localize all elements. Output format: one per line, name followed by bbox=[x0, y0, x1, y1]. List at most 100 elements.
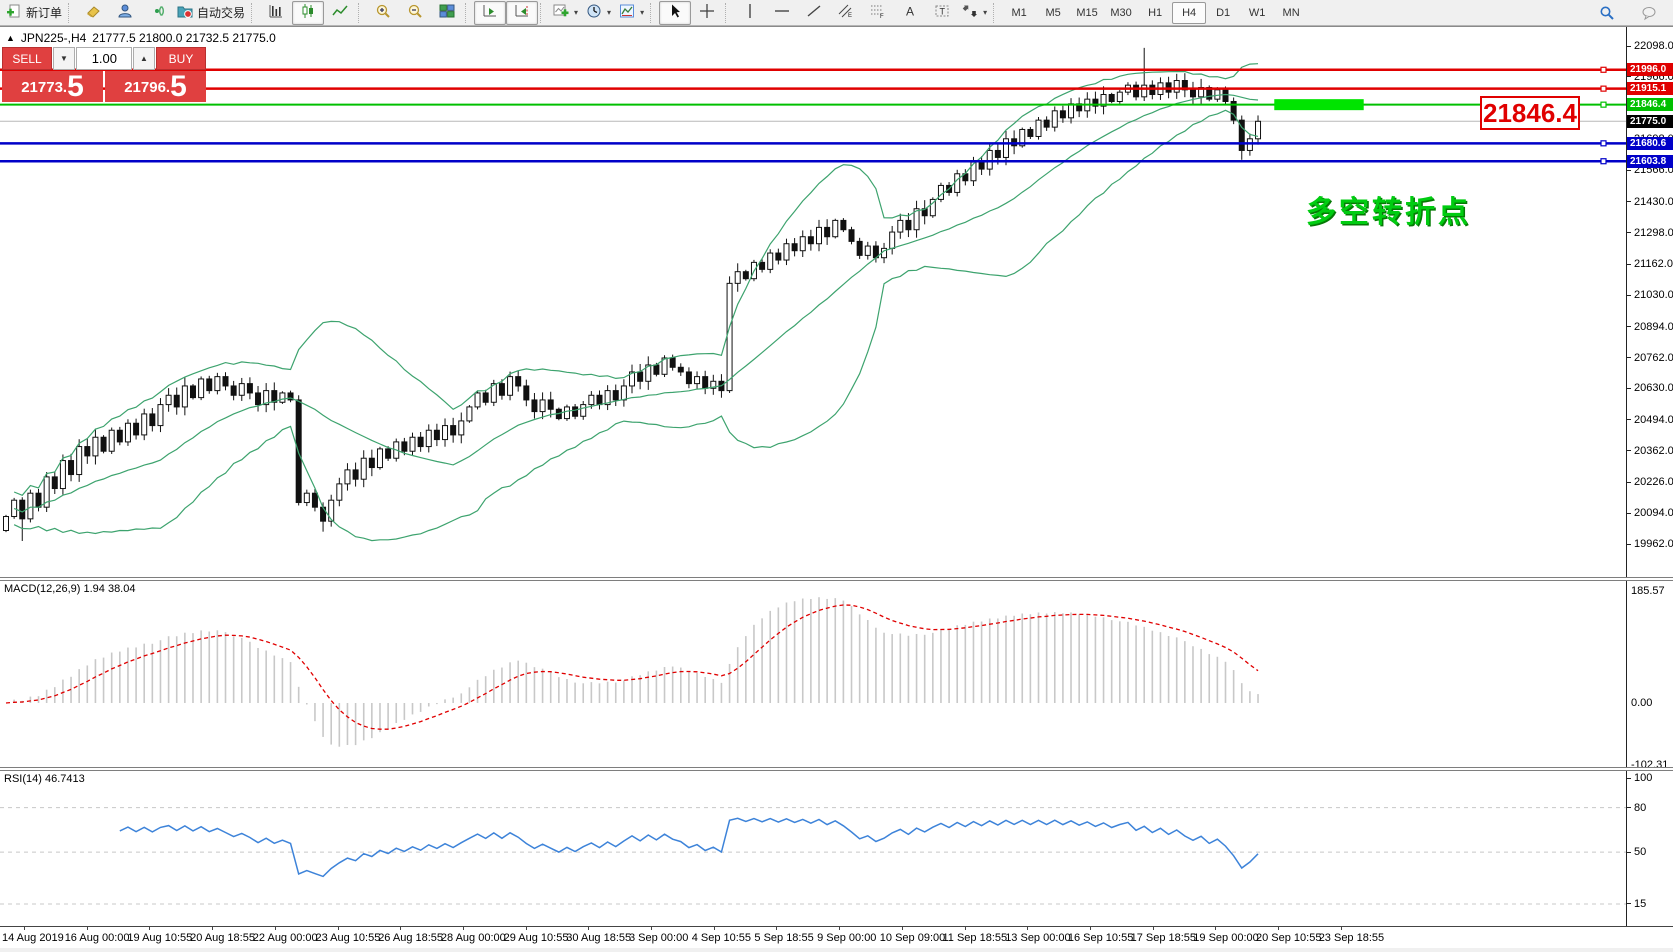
sell-price-display[interactable]: 21773.5 bbox=[2, 71, 103, 102]
timeframe-m15-button[interactable]: M15 bbox=[1070, 2, 1104, 24]
collapse-panel-icon[interactable]: ▲ bbox=[6, 33, 15, 43]
turning-point-annotation[interactable]: 多空转折点 bbox=[1306, 187, 1471, 231]
new-order-button-label: 新订单 bbox=[26, 4, 62, 21]
cursor-button[interactable] bbox=[659, 1, 691, 25]
timeframe-m30-button[interactable]: M30 bbox=[1104, 2, 1138, 24]
buy-price-display[interactable]: 21796.5 bbox=[105, 71, 206, 102]
price-tick-mark bbox=[1627, 326, 1631, 327]
search-button[interactable] bbox=[1591, 1, 1623, 25]
dropdown-caret-icon[interactable]: ▾ bbox=[574, 8, 578, 17]
price-tick-mark bbox=[1627, 295, 1631, 296]
chat-button[interactable] bbox=[1633, 1, 1665, 25]
zoom-out-button[interactable] bbox=[399, 1, 431, 25]
rsi-tick-mark bbox=[1627, 778, 1631, 779]
time-tick-mark bbox=[714, 927, 715, 930]
time-axis-label: 16 Aug 00:00 bbox=[65, 932, 130, 944]
price-tag: 21603.8 bbox=[1627, 155, 1673, 168]
sell-button[interactable]: SELL bbox=[2, 47, 52, 70]
timeframe-mn-button[interactable]: MN bbox=[1274, 2, 1308, 24]
signal-button[interactable] bbox=[141, 1, 173, 25]
trendline-button[interactable] bbox=[798, 1, 830, 25]
periods-button[interactable]: ▾ bbox=[582, 1, 615, 25]
horizontal-line-button[interactable] bbox=[766, 1, 798, 25]
new-order-button[interactable]: 新订单 bbox=[2, 1, 66, 25]
eraser-icon bbox=[85, 3, 101, 22]
candle-chart-button[interactable] bbox=[292, 1, 324, 25]
timeframe-h1-button[interactable]: H1 bbox=[1138, 2, 1172, 24]
chart-plus-icon bbox=[553, 3, 569, 22]
time-tick-mark bbox=[149, 927, 150, 930]
price-tick-mark bbox=[1627, 357, 1631, 358]
eraser-button[interactable] bbox=[77, 1, 109, 25]
rsi-panel[interactable] bbox=[0, 808, 1626, 904]
equidistant-channel-button[interactable]: E bbox=[830, 1, 862, 25]
chart-window[interactable]: 22098.021966.021830.021698.021566.021430… bbox=[0, 26, 1673, 946]
one-click-trading-panel: SELL ▼ 1.00 ▲ BUY 21773.5 21796.5 bbox=[2, 47, 206, 102]
crosshair-button[interactable] bbox=[691, 1, 723, 25]
time-tick-mark bbox=[965, 927, 966, 930]
time-tick-mark bbox=[588, 927, 589, 930]
svg-text:A: A bbox=[906, 5, 914, 19]
rsi-axis-tick: 50 bbox=[1634, 846, 1646, 858]
text-label-button[interactable]: T bbox=[926, 1, 958, 25]
templates-button[interactable]: ▾ bbox=[615, 1, 648, 25]
dropdown-caret-icon[interactable]: ▾ bbox=[640, 8, 644, 17]
horizontal-line-objects[interactable] bbox=[0, 67, 1626, 163]
time-axis[interactable]: 14 Aug 201916 Aug 00:0019 Aug 10:5520 Au… bbox=[0, 926, 1673, 948]
price-axis-tick: 21298.0 bbox=[1634, 227, 1673, 239]
chart-shift-button[interactable] bbox=[506, 1, 538, 25]
symbol-period-label: JPN225-,H4 bbox=[21, 31, 86, 45]
tile-windows-button[interactable] bbox=[431, 1, 463, 25]
price-panel[interactable] bbox=[0, 48, 1626, 541]
time-tick-mark bbox=[1278, 927, 1279, 930]
arrows-button[interactable]: ▾ bbox=[958, 1, 991, 25]
timeframe-m5-button[interactable]: M5 bbox=[1036, 2, 1070, 24]
bar-chart-button[interactable] bbox=[260, 1, 292, 25]
price-tick-mark bbox=[1627, 450, 1631, 451]
fibonacci-button[interactable]: F bbox=[862, 1, 894, 25]
time-tick-mark bbox=[526, 927, 527, 930]
time-tick-mark bbox=[275, 927, 276, 930]
zoom-in-button[interactable] bbox=[367, 1, 399, 25]
macd-axis-tick: 0.00 bbox=[1631, 697, 1652, 709]
timeframe-d1-button[interactable]: D1 bbox=[1206, 2, 1240, 24]
toolbar: 新订单 自动交易 ▾ ▾ ▾ EFAT ▾ M1M5M15M30H1H4D1W1MN bbox=[0, 0, 1673, 26]
time-axis-label: 4 Sep 10:55 bbox=[692, 932, 751, 944]
new-chart-button[interactable]: ▾ bbox=[549, 1, 582, 25]
auto-trading-button[interactable]: 自动交易 bbox=[173, 1, 249, 25]
dropdown-caret-icon[interactable]: ▾ bbox=[607, 8, 611, 17]
rsi-panel-divider[interactable] bbox=[0, 767, 1673, 771]
price-axis-tick: 22098.0 bbox=[1634, 40, 1673, 52]
profile-button[interactable] bbox=[109, 1, 141, 25]
price-axis-tick: 21030.0 bbox=[1634, 289, 1673, 301]
volume-decrease-button[interactable]: ▼ bbox=[53, 47, 75, 70]
price-axis-tick: 19962.0 bbox=[1634, 538, 1673, 550]
vertical-line-button[interactable] bbox=[734, 1, 766, 25]
tiles-icon bbox=[439, 3, 455, 22]
price-tag: 21996.0 bbox=[1627, 63, 1673, 76]
buy-button[interactable]: BUY bbox=[156, 47, 206, 70]
volume-increase-button[interactable]: ▲ bbox=[133, 47, 155, 70]
macd-panel[interactable] bbox=[6, 597, 1258, 746]
text-button[interactable]: A bbox=[894, 1, 926, 25]
price-axis-tick: 20094.0 bbox=[1634, 507, 1673, 519]
trendline-icon bbox=[806, 3, 822, 22]
rsi-line bbox=[120, 818, 1258, 876]
auto-scroll-button[interactable] bbox=[474, 1, 506, 25]
crosshair-icon bbox=[699, 3, 715, 22]
dropdown-caret-icon[interactable]: ▾ bbox=[983, 8, 987, 17]
toolbar-separator bbox=[993, 3, 999, 23]
volume-input[interactable]: 1.00 bbox=[76, 47, 132, 70]
price-axis[interactable]: 22098.021966.021830.021698.021566.021430… bbox=[1627, 27, 1673, 926]
timeframe-m1-button[interactable]: M1 bbox=[1002, 2, 1036, 24]
line-chart-button[interactable] bbox=[324, 1, 356, 25]
highlight-zone-rect[interactable] bbox=[1274, 99, 1363, 110]
price-annotation-box[interactable]: 21846.4 bbox=[1480, 96, 1580, 130]
macd-panel-divider[interactable] bbox=[0, 577, 1673, 581]
person-icon bbox=[117, 3, 133, 22]
chart-canvas[interactable] bbox=[0, 27, 1626, 926]
time-axis-label: 20 Sep 10:55 bbox=[1256, 932, 1321, 944]
timeframe-w1-button[interactable]: W1 bbox=[1240, 2, 1274, 24]
price-axis-tick: 20226.0 bbox=[1634, 476, 1673, 488]
timeframe-h4-button[interactable]: H4 bbox=[1172, 2, 1206, 24]
